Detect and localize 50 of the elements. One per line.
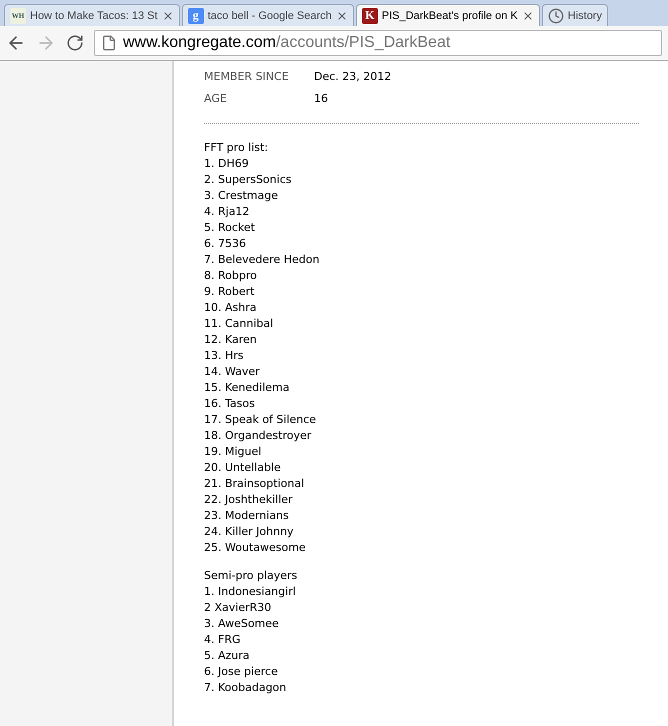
favicon-icon: K bbox=[362, 8, 378, 24]
list-item: 2. SupersSonics bbox=[204, 172, 292, 188]
list-item: 5. Azura bbox=[204, 648, 250, 664]
list-item: 10. Ashra bbox=[204, 300, 256, 316]
clock-icon bbox=[548, 8, 564, 24]
list-item: 7. Koobadagon bbox=[204, 680, 286, 696]
list-item: 7. Belevedere Hedon bbox=[204, 252, 320, 268]
browser-tab[interactable]: History bbox=[542, 4, 608, 26]
list-item: 11. Cannibal bbox=[204, 316, 274, 332]
list-item: 21. Brainsoptional bbox=[204, 476, 304, 492]
list-item: 17. Speak of Silence bbox=[204, 412, 316, 428]
list-item: 25. Woutawesome bbox=[204, 540, 306, 556]
list-item: 23. Modernians bbox=[204, 508, 289, 524]
browser-tab[interactable]: K PIS_DarkBeat's profile on K bbox=[356, 4, 540, 26]
list-item: 16. Tasos bbox=[204, 396, 255, 412]
list-item: 14. Waver bbox=[204, 364, 260, 380]
list-item: 2 XavierR30 bbox=[204, 600, 272, 616]
list-item: 24. Killer Johnny bbox=[204, 524, 294, 540]
list-heading: Semi-pro players bbox=[204, 568, 298, 584]
list-item: 6. 7536 bbox=[204, 236, 246, 252]
list-item: 1. DH69 bbox=[204, 156, 249, 172]
list-item: 22. Joshthekiller bbox=[204, 492, 293, 508]
list-item: 20. Untellable bbox=[204, 460, 281, 476]
list-heading: FFT pro list: bbox=[204, 140, 268, 156]
field-value: 16 bbox=[314, 92, 328, 104]
list-item: 3. AweSomee bbox=[204, 616, 279, 632]
list-item: 3. Crestmage bbox=[204, 188, 278, 204]
field-label: MEMBER SINCE bbox=[204, 70, 290, 82]
list-item: 19. Miguel bbox=[204, 444, 262, 460]
browser-tab[interactable]: g taco bell - Google Search bbox=[182, 4, 354, 26]
list-item: 1. Indonesiangirl bbox=[204, 584, 296, 600]
list-item: 15. Kenedilema bbox=[204, 380, 290, 396]
address-bar[interactable]: www.kongregate.com/accounts/PIS_DarkBeat bbox=[94, 30, 662, 56]
field-value: Dec. 23, 2012 bbox=[314, 70, 392, 82]
close-icon[interactable] bbox=[522, 10, 534, 22]
list-item: 12. Karen bbox=[204, 332, 257, 348]
list-item: 6. Jose pierce bbox=[204, 664, 278, 680]
list-item: 13. Hrs bbox=[204, 348, 244, 364]
close-icon[interactable] bbox=[336, 10, 348, 22]
page-icon bbox=[101, 35, 117, 51]
list-item: 18. Organdestroyer bbox=[204, 428, 312, 444]
reload-icon[interactable] bbox=[66, 34, 84, 52]
close-icon[interactable] bbox=[162, 10, 174, 22]
list-item: 5. Rocket bbox=[204, 220, 255, 236]
field-label: AGE bbox=[204, 92, 228, 104]
list-item: 9. Robert bbox=[204, 284, 254, 300]
list-item: 4. Rja12 bbox=[204, 204, 250, 220]
list-item: 8. Robpro bbox=[204, 268, 257, 284]
list-item: 4. FRG bbox=[204, 632, 240, 648]
favicon-icon: g bbox=[188, 8, 204, 24]
